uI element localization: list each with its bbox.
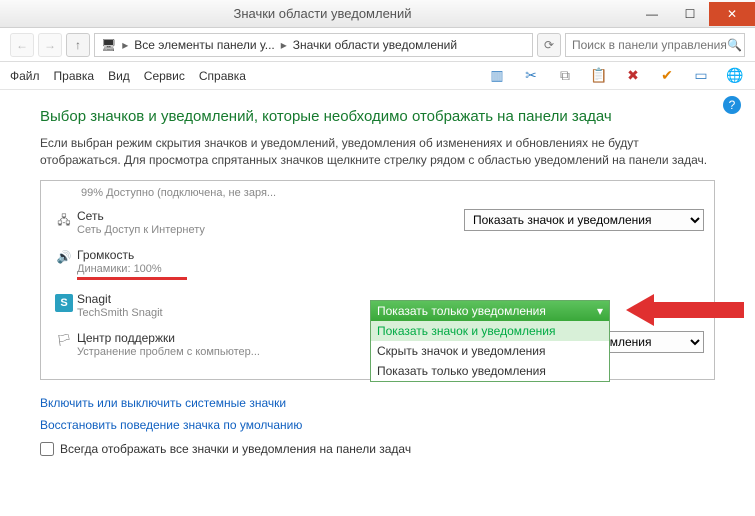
delete-icon[interactable]: ✖ — [623, 66, 643, 86]
up-button[interactable]: ↑ — [66, 33, 90, 57]
dropdown-item[interactable]: Скрыть значок и уведомления — [371, 341, 609, 361]
row-name: Сеть — [77, 209, 464, 223]
forward-button[interactable]: → — [38, 33, 62, 57]
dropdown-selected[interactable]: Показать только уведомления ▾ — [371, 301, 609, 321]
menu-file[interactable]: Файл — [10, 69, 40, 83]
network-icon: 🖧 — [51, 209, 77, 232]
maximize-button[interactable]: ☐ — [671, 2, 709, 26]
list-row-network: 🖧 Сеть Сеть Доступ к Интернету Показать … — [51, 203, 704, 242]
volume-behavior-dropdown[interactable]: Показать только уведомления ▾ Показать з… — [370, 300, 610, 382]
truncated-row-sub: 99% Доступно (подключена, не заря... — [51, 187, 704, 203]
check-icon[interactable]: ✔ — [657, 66, 677, 86]
world-icon[interactable]: 🌐 — [725, 66, 745, 86]
close-button[interactable]: ✕ — [709, 2, 755, 26]
nav-toolbar: ← → ↑ 🖥 ▸ Все элементы панели у... ▸ Зна… — [0, 28, 755, 62]
menu-bar: Файл Правка Вид Сервис Справка ▥ ✂ ⧉ 📋 ✖… — [0, 62, 755, 90]
always-show-checkbox[interactable] — [40, 442, 54, 456]
breadcrumb-root[interactable]: Все элементы панели у... — [134, 38, 274, 52]
row-name: Громкость — [77, 248, 464, 262]
menu-help[interactable]: Справка — [199, 69, 246, 83]
dropdown-item[interactable]: Показать значок и уведомления — [371, 321, 609, 341]
organize-icon[interactable]: ▥ — [487, 66, 507, 86]
window-title: Значки области уведомлений — [12, 6, 633, 21]
menu-service[interactable]: Сервис — [144, 69, 185, 83]
dropdown-selected-label: Показать только уведомления — [377, 304, 546, 318]
search-input[interactable] — [572, 38, 727, 52]
help-icon[interactable]: ? — [723, 96, 741, 114]
menu-edit[interactable]: Правка — [54, 69, 95, 83]
chevron-down-icon: ▾ — [597, 304, 603, 318]
page-heading: Выбор значков и уведомлений, которые нео… — [40, 108, 715, 125]
network-behavior-select[interactable]: Показать значок и уведомления — [464, 209, 704, 231]
refresh-button[interactable]: ⟳ — [537, 33, 561, 57]
snagit-icon: S — [51, 292, 77, 312]
row-sub: Динамики: 100% — [77, 263, 464, 275]
search-box[interactable]: 🔍 — [565, 33, 745, 57]
minimize-button[interactable]: — — [633, 2, 671, 26]
address-bar[interactable]: 🖥 ▸ Все элементы панели у... ▸ Значки об… — [94, 33, 533, 57]
dropdown-item[interactable]: Показать только уведомления — [371, 361, 609, 381]
breadcrumb-leaf[interactable]: Значки области уведомлений — [293, 38, 457, 52]
row-sub: Сеть Доступ к Интернету — [77, 224, 464, 236]
flag-icon: 🏳 — [51, 331, 77, 347]
checkbox-label: Всегда отображать все значки и уведомлен… — [60, 442, 411, 456]
menu-view[interactable]: Вид — [108, 69, 130, 83]
copy-icon[interactable]: ⧉ — [555, 66, 575, 86]
paste-icon[interactable]: 📋 — [589, 66, 609, 86]
cut-icon[interactable]: ✂ — [521, 66, 541, 86]
page-description: Если выбран режим скрытия значков и увед… — [40, 135, 715, 170]
volume-icon: 🔊 — [51, 248, 77, 264]
highlight-underline — [77, 277, 187, 280]
list-row-volume: 🔊 Громкость Динамики: 100% — [51, 242, 704, 286]
title-bar: Значки области уведомлений — ☐ ✕ — [0, 0, 755, 28]
properties-icon[interactable]: ▭ — [691, 66, 711, 86]
chevron-icon: ▸ — [122, 38, 128, 52]
always-show-checkbox-row: Всегда отображать все значки и уведомлен… — [0, 432, 755, 462]
search-icon[interactable]: 🔍 — [727, 38, 742, 52]
chevron-icon: ▸ — [281, 38, 287, 52]
link-restore-default[interactable]: Восстановить поведение значка по умолчан… — [0, 410, 755, 432]
link-toggle-system[interactable]: Включить или выключить системные значки — [0, 388, 755, 410]
back-button[interactable]: ← — [10, 33, 34, 57]
control-panel-icon: 🖥 — [101, 38, 116, 52]
